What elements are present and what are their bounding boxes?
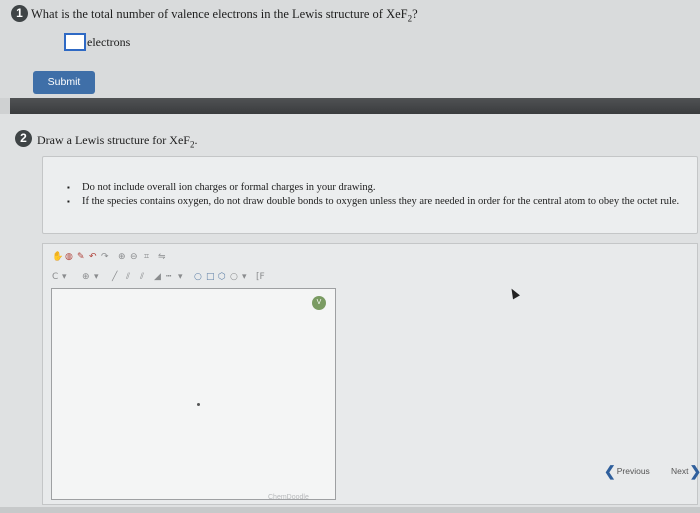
- version-badge[interactable]: V: [312, 296, 326, 310]
- double-bond-icon[interactable]: ⫽: [126, 272, 130, 283]
- next-label: Next: [671, 466, 689, 476]
- hand-tool-icon[interactable]: ✋: [52, 252, 63, 263]
- question-2-text: Draw a Lewis structure for XeF2.: [37, 133, 197, 149]
- single-bond-icon[interactable]: ╱: [112, 272, 117, 283]
- flip-icon[interactable]: ⇋: [158, 252, 166, 263]
- chevron-right-icon: ❯: [689, 464, 700, 478]
- chevron-down-icon[interactable]: ▾: [178, 272, 183, 283]
- drawing-canvas[interactable]: [51, 288, 336, 500]
- submit-button[interactable]: Submit: [33, 71, 95, 94]
- ring-cyclopropane-icon[interactable]: ○: [194, 272, 202, 283]
- chevron-left-icon: ❮: [604, 463, 616, 479]
- ring-cyclopentane-icon[interactable]: ○: [230, 272, 238, 283]
- question-1-suffix: ?: [412, 7, 418, 21]
- chevron-down-icon[interactable]: ▾: [62, 272, 67, 283]
- editor-brand: ChemDoodle: [268, 494, 309, 501]
- zoom-out-icon[interactable]: ⊖: [130, 252, 138, 263]
- electrons-unit-label: electrons: [87, 35, 131, 49]
- divider-edge: [0, 98, 10, 114]
- editor-toolbar: ✋ ◍ ✎ ↶ ↷ ⊕ ⊖ ⌗ ⇋ C ▾ ⊕ ▾ ╱ ⫽ ⫽ ◢ ┅ ▾ ○ …: [52, 248, 292, 286]
- question-1-text: What is the total number of valence elec…: [31, 7, 418, 24]
- bracket-icon[interactable]: [F: [256, 272, 265, 283]
- question-2-suffix: .: [194, 133, 198, 147]
- clean-icon[interactable]: ⌗: [144, 252, 149, 263]
- question-2-number: 2: [15, 130, 32, 147]
- bottom-edge: [0, 507, 700, 513]
- undo-icon[interactable]: ↶: [89, 252, 97, 263]
- canvas-dot: [197, 403, 200, 406]
- eraser-tool-icon[interactable]: ✎: [77, 252, 85, 263]
- section-divider: [0, 98, 700, 114]
- element-c-icon[interactable]: C: [52, 272, 58, 283]
- question-1-prefix: What is the total number of valence elec…: [31, 7, 408, 21]
- redo-icon[interactable]: ↷: [101, 252, 109, 263]
- lasso-tool-icon[interactable]: ◍: [65, 252, 73, 263]
- ring-cyclobutane-icon[interactable]: □: [206, 272, 215, 283]
- ring-benzene-icon[interactable]: ⬡: [218, 272, 226, 283]
- chevron-down-icon[interactable]: ▾: [242, 272, 247, 283]
- wedge-bond-icon[interactable]: ◢: [154, 272, 161, 283]
- question-2-prefix: Draw a Lewis structure for XeF: [37, 133, 190, 147]
- instruction-item: Do not include overall ion charges or fo…: [67, 181, 682, 194]
- previous-button[interactable]: ❮ Previous: [604, 463, 650, 479]
- question-1-number: 1: [11, 5, 28, 22]
- instructions-box: Do not include overall ion charges or fo…: [42, 156, 698, 234]
- instructions-list: Do not include overall ion charges or fo…: [67, 181, 682, 209]
- electrons-answer-input[interactable]: [64, 33, 86, 51]
- dash-bond-icon[interactable]: ┅: [166, 272, 171, 283]
- instruction-item: If the species contains oxygen, do not d…: [67, 195, 682, 208]
- chevron-down-icon[interactable]: ▾: [94, 272, 99, 283]
- charge-icon[interactable]: ⊕: [82, 272, 90, 283]
- triple-bond-icon[interactable]: ⫽: [140, 272, 144, 283]
- zoom-in-icon[interactable]: ⊕: [118, 252, 126, 263]
- next-button[interactable]: Next❯: [671, 464, 700, 478]
- previous-label: Previous: [616, 466, 650, 476]
